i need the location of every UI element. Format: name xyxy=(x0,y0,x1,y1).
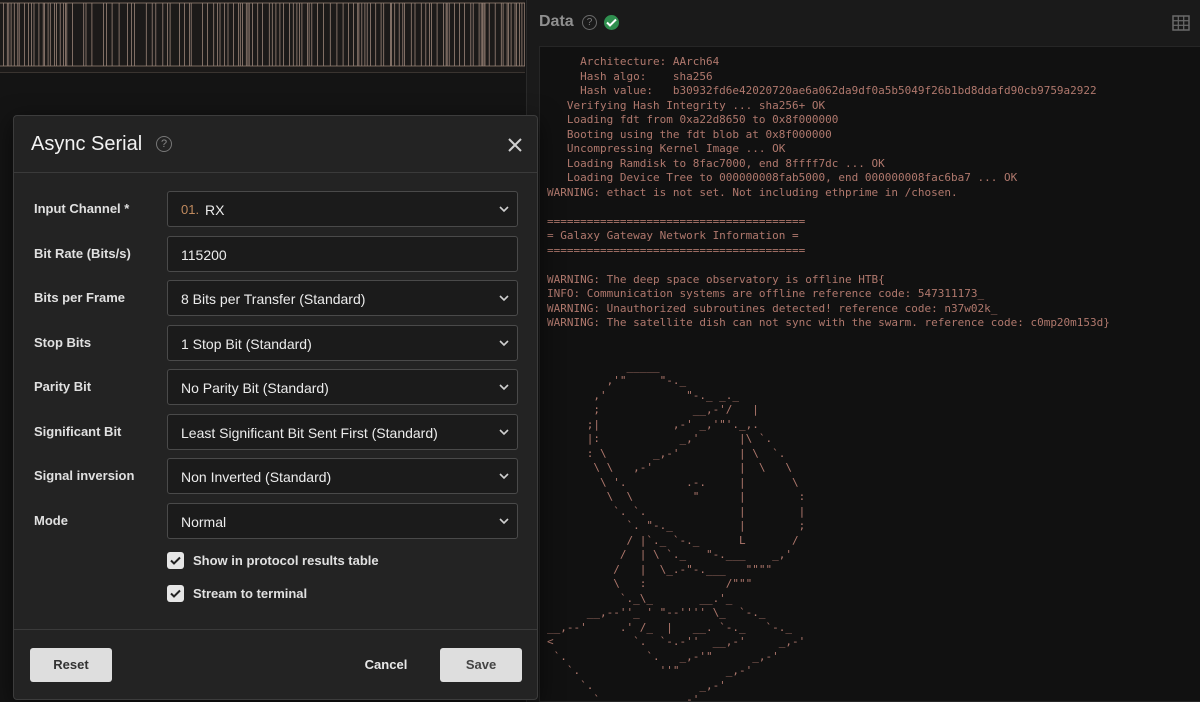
chevron-down-icon xyxy=(499,206,509,213)
significant-bit-row: Significant Bit Least Significant Bit Se… xyxy=(14,414,537,450)
reset-button[interactable]: Reset xyxy=(30,648,112,682)
mode-row: Mode Normal xyxy=(14,503,537,539)
chevron-down-icon xyxy=(499,473,509,480)
bits-per-frame-value: 8 Bits per Transfer (Standard) xyxy=(181,291,366,307)
data-panel-header: Data ? xyxy=(527,0,1200,46)
bits-per-frame-select[interactable]: 8 Bits per Transfer (Standard) xyxy=(167,280,518,316)
bit-rate-value: 115200 xyxy=(181,247,227,263)
waveform-graph xyxy=(0,2,525,67)
terminal-output[interactable]: Architecture: AArch64 Hash algo: sha256 … xyxy=(539,46,1200,702)
parity-bit-label: Parity Bit xyxy=(34,379,92,394)
async-serial-dialog: Async Serial ? Input Channel * 01. RX Bi… xyxy=(13,115,538,700)
dialog-title: Async Serial xyxy=(31,133,143,155)
signal-inversion-label: Signal inversion xyxy=(34,468,135,483)
data-panel: Data ? Architecture: AArch64 Hash algo: … xyxy=(527,0,1200,702)
signal-inversion-value: Non Inverted (Standard) xyxy=(181,469,332,485)
close-icon[interactable] xyxy=(507,137,523,153)
mode-select[interactable]: Normal xyxy=(167,503,518,539)
check-circle-icon xyxy=(604,15,619,30)
terminal-text: Architecture: AArch64 Hash algo: sha256 … xyxy=(547,55,1110,702)
chevron-down-icon xyxy=(499,340,509,347)
input-channel-label: Input Channel * xyxy=(34,201,130,216)
chevron-down-icon xyxy=(499,384,509,391)
waveform-channel xyxy=(0,0,525,73)
significant-bit-select[interactable]: Least Significant Bit Sent First (Standa… xyxy=(167,414,518,450)
bits-per-frame-row: Bits per Frame 8 Bits per Transfer (Stan… xyxy=(14,280,537,316)
stream-to-terminal-label: Stream to terminal xyxy=(193,586,308,601)
help-icon[interactable]: ? xyxy=(156,136,172,152)
save-button[interactable]: Save xyxy=(440,648,522,682)
significant-bit-label: Significant Bit xyxy=(34,424,122,439)
input-channel-row: Input Channel * 01. RX xyxy=(14,191,537,227)
bit-rate-input[interactable]: 115200 xyxy=(167,236,518,272)
show-in-table-checkbox[interactable] xyxy=(167,552,184,569)
dialog-header: Async Serial ? xyxy=(14,116,537,173)
significant-bit-value: Least Significant Bit Sent First (Standa… xyxy=(181,425,438,441)
bit-rate-label: Bit Rate (Bits/s) xyxy=(34,246,131,261)
signal-inversion-row: Signal inversion Non Inverted (Standard) xyxy=(14,458,537,494)
chevron-down-icon xyxy=(499,429,509,436)
data-panel-title: Data xyxy=(539,13,574,30)
help-icon[interactable]: ? xyxy=(582,15,597,30)
stop-bits-select[interactable]: 1 Stop Bit (Standard) xyxy=(167,325,518,361)
bits-per-frame-label: Bits per Frame xyxy=(34,290,126,305)
dialog-footer: Reset Cancel Save xyxy=(14,629,537,699)
table-icon[interactable] xyxy=(1172,14,1190,32)
show-in-table-label: Show in protocol results table xyxy=(193,553,379,568)
mode-value: Normal xyxy=(181,514,227,530)
parity-bit-value: No Parity Bit (Standard) xyxy=(181,380,329,396)
signal-inversion-select[interactable]: Non Inverted (Standard) xyxy=(167,458,518,494)
parity-bit-select[interactable]: No Parity Bit (Standard) xyxy=(167,369,518,405)
channel-number: 01. xyxy=(181,202,200,217)
stop-bits-value: 1 Stop Bit (Standard) xyxy=(181,336,312,352)
bit-rate-row: Bit Rate (Bits/s) 115200 xyxy=(14,236,537,272)
chevron-down-icon xyxy=(499,295,509,302)
stop-bits-label: Stop Bits xyxy=(34,335,92,350)
chevron-down-icon xyxy=(499,518,509,525)
mode-label: Mode xyxy=(34,513,68,528)
stream-to-terminal-checkbox[interactable] xyxy=(167,585,184,602)
stop-bits-row: Stop Bits 1 Stop Bit (Standard) xyxy=(14,325,537,361)
cancel-button[interactable]: Cancel xyxy=(346,648,426,682)
input-channel-select[interactable]: 01. RX xyxy=(167,191,518,227)
parity-bit-row: Parity Bit No Parity Bit (Standard) xyxy=(14,369,537,405)
channel-name: RX xyxy=(205,202,225,218)
